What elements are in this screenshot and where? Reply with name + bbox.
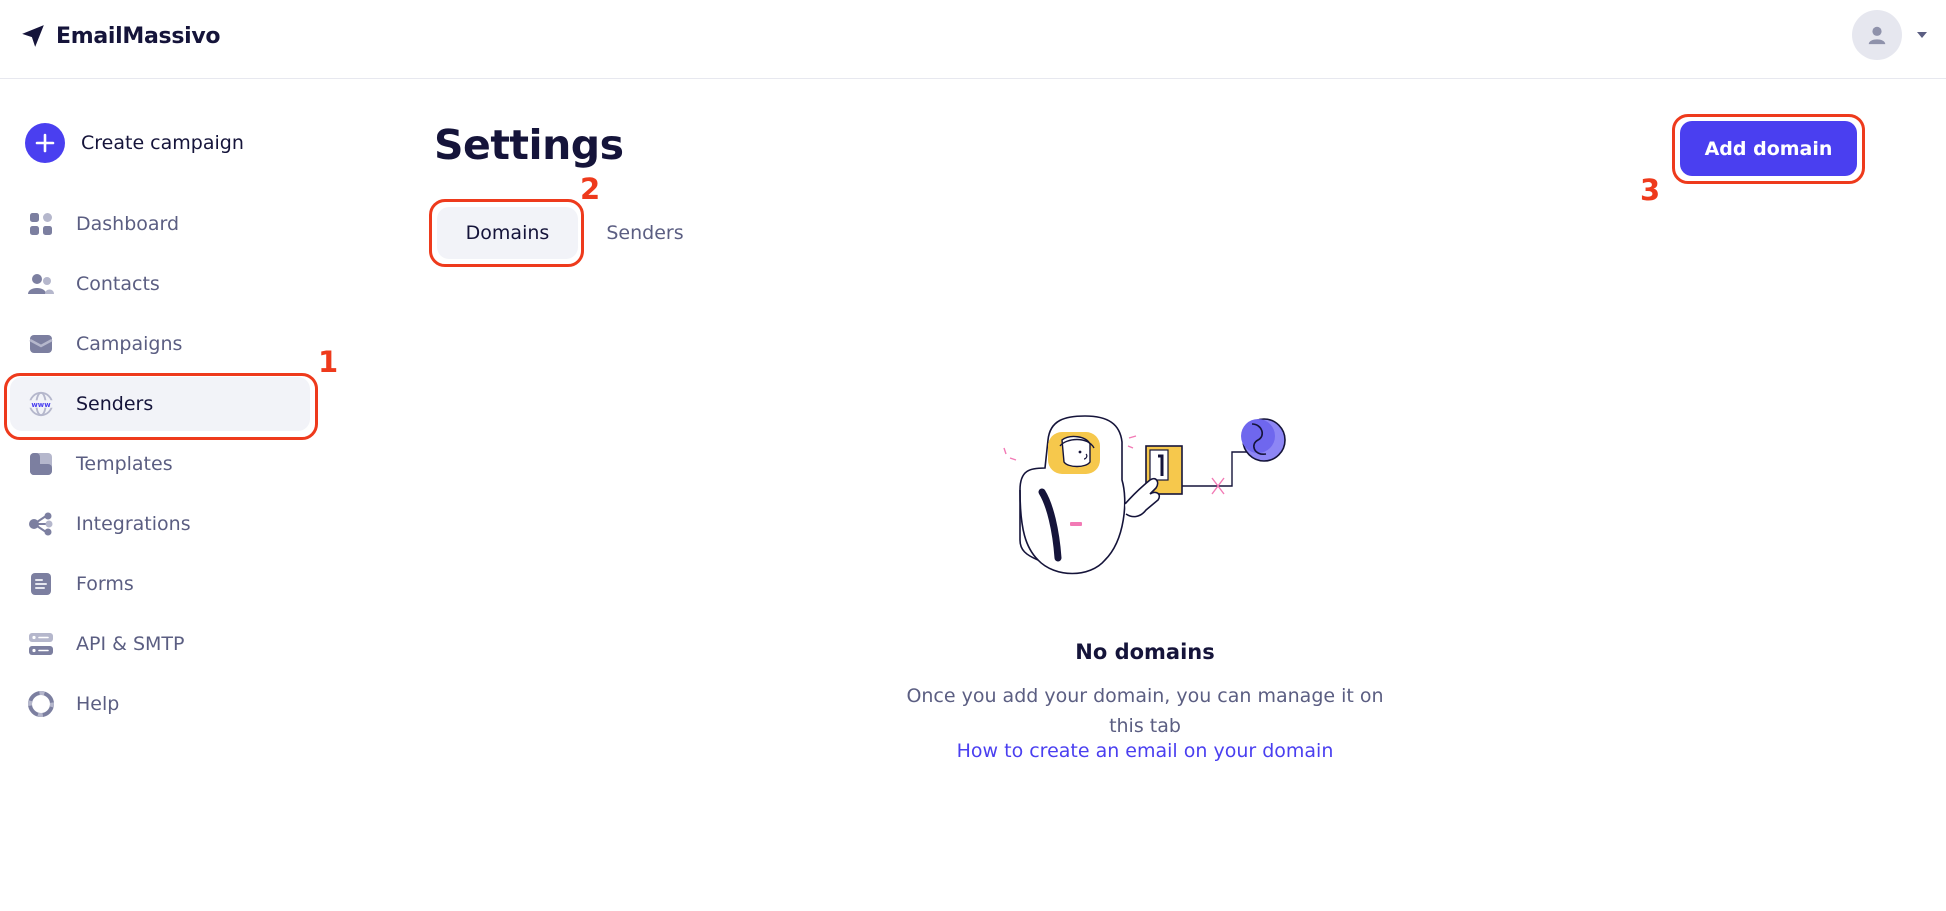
- empty-state-title: No domains: [1075, 640, 1215, 664]
- astronaut-illustration: [1003, 415, 1286, 575]
- dashboard-icon: [28, 211, 54, 237]
- server-icon: [28, 631, 54, 657]
- annotation-box-senders: [4, 373, 318, 440]
- sidebar-item-templates[interactable]: Templates: [10, 437, 310, 491]
- create-campaign-button[interactable]: Create campaign: [25, 123, 244, 163]
- sidebar-item-campaigns[interactable]: Campaigns: [10, 317, 310, 371]
- plus-icon: [25, 123, 65, 163]
- sidebar-item-contacts[interactable]: Contacts: [10, 257, 310, 311]
- contacts-icon: [28, 271, 54, 297]
- lifebuoy-icon: [28, 691, 54, 717]
- brand-name: EmailMassivo: [56, 23, 221, 49]
- tab-senders[interactable]: Senders: [590, 207, 700, 259]
- integrations-icon: [28, 511, 54, 537]
- sidebar-item-label: Campaigns: [76, 333, 183, 355]
- top-bar: EmailMassivo: [0, 0, 1946, 79]
- sidebar-item-label: Templates: [76, 453, 173, 475]
- sidebar-item-api-smtp[interactable]: API & SMTP: [10, 617, 310, 671]
- annotation-box-add-domain: [1672, 114, 1865, 184]
- campaigns-icon: [28, 331, 54, 357]
- templates-icon: [28, 451, 54, 477]
- sidebar-item-integrations[interactable]: Integrations: [10, 497, 310, 551]
- annotation-number-3: 3: [1640, 173, 1661, 207]
- paper-plane-icon: [22, 25, 44, 47]
- create-campaign-label: Create campaign: [81, 132, 244, 154]
- empty-state-description: Once you add your domain, you can manage…: [906, 685, 1384, 737]
- sidebar-item-label: Dashboard: [76, 213, 180, 235]
- sidebar-item-label: Integrations: [76, 513, 191, 535]
- page-title: Settings: [434, 121, 624, 169]
- sidebar-item-label: API & SMTP: [76, 633, 185, 655]
- sidebar-nav: Dashboard Contacts Campaigns www Senders…: [10, 197, 310, 737]
- forms-icon: [28, 571, 54, 597]
- annotation-number-1: 1: [318, 345, 339, 379]
- annotation-number-2: 2: [580, 172, 601, 206]
- caret-down-icon[interactable]: [1914, 27, 1930, 43]
- user-icon: [1868, 26, 1886, 45]
- sidebar-item-dashboard[interactable]: Dashboard: [10, 197, 310, 251]
- sidebar-item-label: Contacts: [76, 273, 160, 295]
- annotation-box-domains-tab: [429, 199, 584, 267]
- sidebar-item-help[interactable]: Help: [10, 677, 310, 731]
- sidebar-item-forms[interactable]: Forms: [10, 557, 310, 611]
- help-link[interactable]: How to create an email on your domain: [895, 740, 1395, 762]
- sidebar-item-label: Help: [76, 693, 120, 715]
- avatar[interactable]: [1852, 10, 1902, 60]
- brand[interactable]: EmailMassivo: [20, 22, 221, 50]
- sidebar-item-label: Forms: [76, 573, 134, 595]
